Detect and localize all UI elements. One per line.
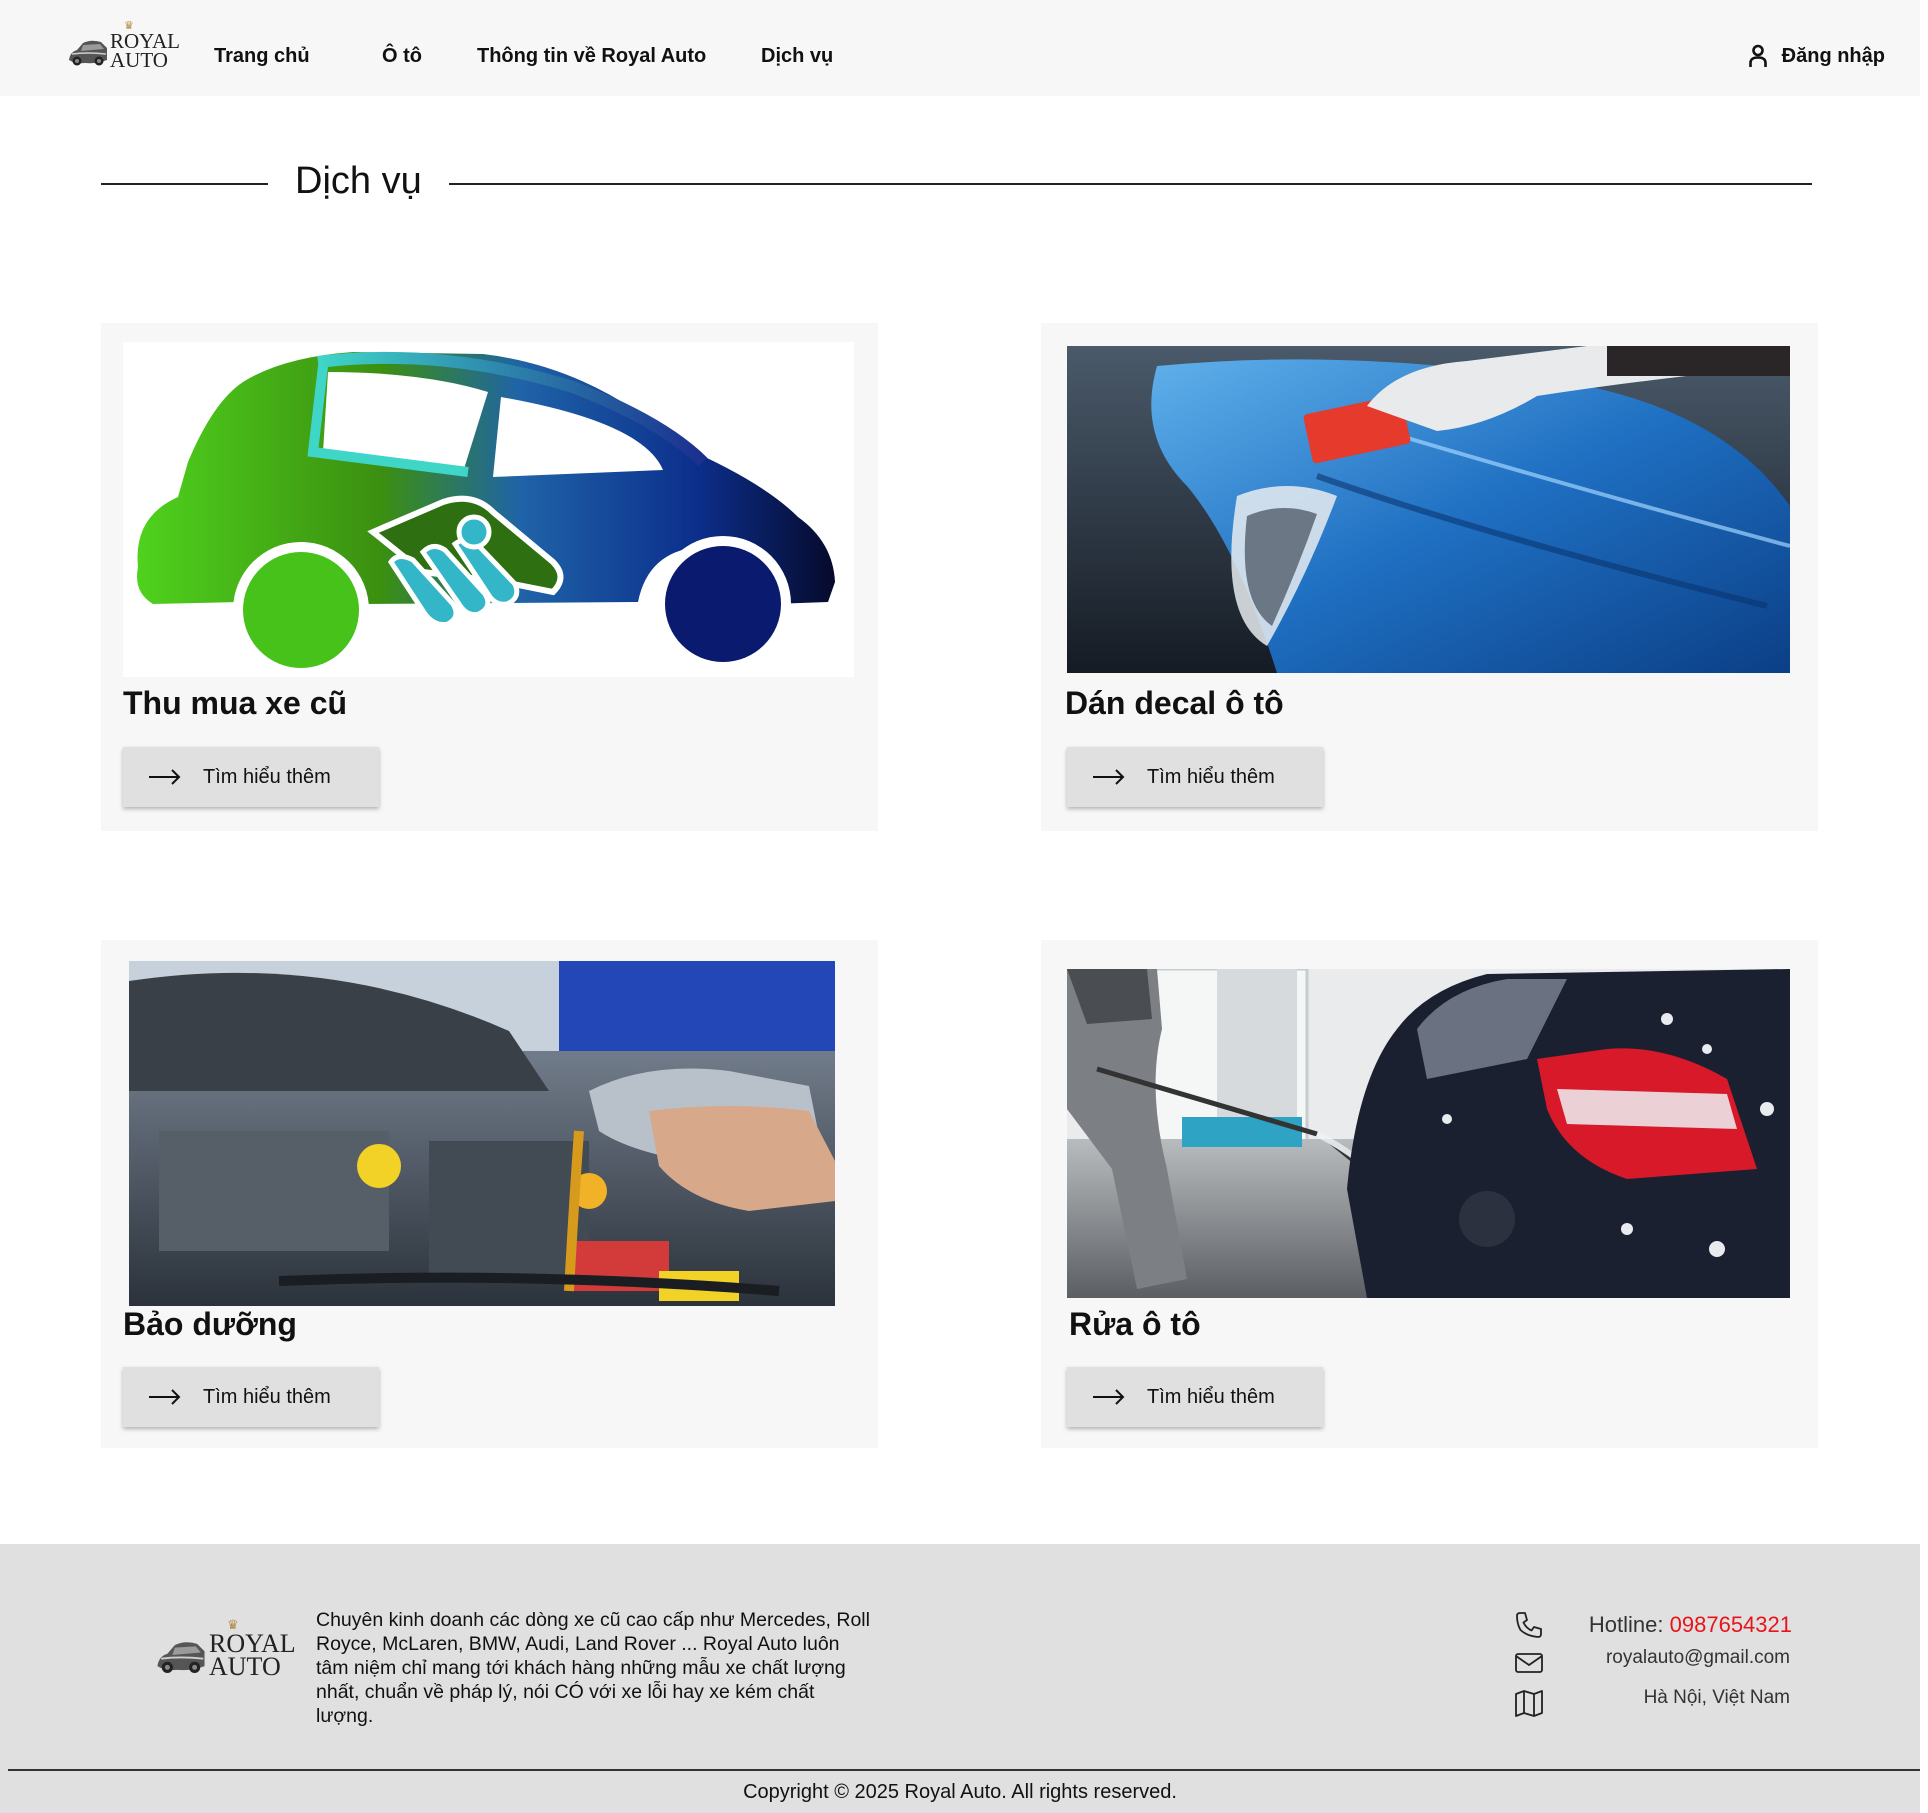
learn-more-button[interactable]: Tìm hiểu thêm [123,1367,379,1427]
service-card-buyback: Thu mua xe cũ Tìm hiểu thêm [101,323,878,831]
map-icon [1515,1690,1543,1717]
mail-icon [1515,1653,1543,1673]
user-icon [1748,44,1767,67]
logo-text-line1: ROYAL [110,29,181,54]
logo-car-icon [67,30,109,72]
site-footer: ♛ ROYAL AUTO Chuyên kinh doanh các dòng … [0,1544,1920,1813]
learn-more-button[interactable]: Tìm hiểu thêm [1067,747,1323,807]
nav-item-cars[interactable]: Ô tô [382,45,422,68]
brand-logo[interactable]: ♛ ROYAL AUTO [67,21,181,72]
copyright: Copyright © 2025 Royal Auto. All rights … [743,1781,1177,1803]
arrow-right-icon [1093,769,1125,785]
logo-text-line1: ROYAL [209,1628,296,1658]
learn-more-button[interactable]: Tìm hiểu thêm [1067,1367,1323,1427]
maintenance-photo-image [129,961,835,1306]
service-title: Rửa ô tô [1069,1306,1201,1342]
logo-wordmark: ♛ ROYAL AUTO [110,21,181,72]
nav-item-services[interactable]: Dịch vụ [761,45,833,68]
service-card-wash: Rửa ô tô Tìm hiểu thêm [1041,940,1818,1448]
learn-more-label: Tìm hiểu thêm [203,1385,331,1408]
logo-text-line2: AUTO [209,1652,281,1681]
section-title: Dịch vụ [295,160,422,202]
logo-crown-row: ♛ ROYAL [110,21,181,54]
arrow-right-icon [149,769,181,785]
learn-more-label: Tìm hiểu thêm [203,765,331,788]
title-rule-left [101,183,268,185]
learn-more-label: Tìm hiểu thêm [1147,765,1275,788]
phone-icon [1516,1612,1542,1638]
login-label: Đăng nhập [1781,44,1885,67]
site-header: ♛ ROYAL AUTO Trang chủ Ô tô Thông tin về… [0,0,1920,96]
arrow-right-icon [1093,1389,1125,1405]
footer-description: Chuyên kinh doanh các dòng xe cũ cao cấp… [316,1609,870,1727]
hotline: Hotline: 0987654321 [1589,1612,1792,1638]
nav-item-about[interactable]: Thông tin về Royal Auto [477,45,706,68]
decal-photo-image [1067,346,1790,673]
logo-crown-row: ♛ ROYAL [209,1618,296,1658]
login-button[interactable]: Đăng nhập [1748,44,1885,68]
logo-car-icon [155,1629,207,1681]
footer-email[interactable]: royalauto@gmail.com [1606,1647,1790,1669]
service-title: Dán decal ô tô [1065,685,1284,721]
nav-item-home[interactable]: Trang chủ [214,45,310,68]
crown-icon: ♛ [227,1616,239,1632]
footer-brand-logo[interactable]: ♛ ROYAL AUTO [155,1618,296,1681]
wash-photo-image [1067,969,1790,1298]
learn-more-button[interactable]: Tìm hiểu thêm [123,747,379,807]
hotline-number[interactable]: 0987654321 [1670,1612,1792,1637]
service-title: Thu mua xe cũ [123,685,348,721]
buyback-illustration-image [123,342,854,677]
footer-divider [8,1769,1920,1771]
service-title: Bảo dưỡng [123,1306,297,1342]
service-card-decal: Dán decal ô tô Tìm hiểu thêm [1041,323,1818,831]
service-card-maintenance: Bảo dưỡng Tìm hiểu thêm [101,940,878,1448]
logo-text-line2: AUTO [110,48,168,72]
crown-icon: ♛ [124,20,134,33]
hotline-label: Hotline: [1588,1612,1664,1637]
learn-more-label: Tìm hiểu thêm [1147,1385,1275,1408]
title-rule-right [449,183,1812,185]
arrow-right-icon [149,1389,181,1405]
logo-wordmark: ♛ ROYAL AUTO [209,1618,296,1681]
footer-address: Hà Nội, Việt Nam [1643,1687,1790,1708]
